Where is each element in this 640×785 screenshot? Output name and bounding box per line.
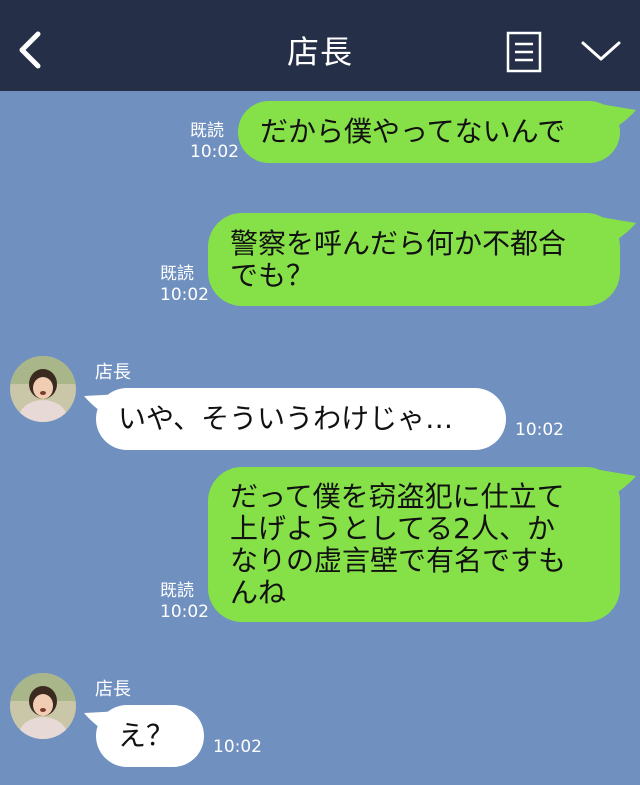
avatar[interactable]: [10, 356, 76, 422]
read-label: 既読: [160, 581, 194, 601]
chat-header: 店長: [0, 0, 640, 91]
avatar-image: [10, 673, 76, 739]
message-bubble-outgoing[interactable]: だって僕を窃盗犯に仕立て 上げようとしてる2人、か なりの虚言壁で有名ですも ん…: [208, 467, 620, 622]
message-bubble-incoming[interactable]: いや、そういうわけじゃ…: [96, 388, 506, 450]
sender-name: 店長: [95, 362, 131, 383]
read-label: 既読: [160, 264, 194, 284]
avatar-image: [10, 356, 76, 422]
read-receipt: 既読 10:02: [190, 121, 239, 163]
message-time: 10:02: [213, 737, 262, 757]
notes-icon[interactable]: [506, 31, 542, 73]
message-bubble-outgoing[interactable]: だから僕やってないんで: [238, 101, 620, 163]
message-time: 10:02: [515, 420, 564, 440]
message-text: 警察を呼んだら何か不都合 でも？: [230, 226, 567, 292]
message-text: だから僕やってないんで: [260, 115, 566, 148]
read-label: 既読: [190, 121, 224, 141]
message-text: え？: [118, 719, 175, 752]
message-text: だって僕を窃盗犯に仕立て 上げようとしてる2人、か なりの虚言壁で有名ですも ん…: [230, 479, 567, 609]
message-text: いや、そういうわけじゃ…: [118, 402, 454, 435]
message-bubble-incoming[interactable]: え？: [96, 705, 204, 767]
read-receipt: 既読 10:02: [160, 264, 209, 306]
avatar[interactable]: [10, 673, 76, 739]
chevron-down-icon[interactable]: [580, 38, 622, 64]
message-time: 10:02: [160, 602, 209, 622]
message-bubble-outgoing[interactable]: 警察を呼んだら何か不都合 でも？: [208, 213, 620, 306]
message-time: 10:02: [160, 285, 209, 305]
message-time: 10:02: [190, 142, 239, 162]
chat-title: 店長: [286, 33, 353, 71]
read-receipt: 既読 10:02: [160, 581, 209, 623]
sender-name: 店長: [95, 679, 131, 700]
